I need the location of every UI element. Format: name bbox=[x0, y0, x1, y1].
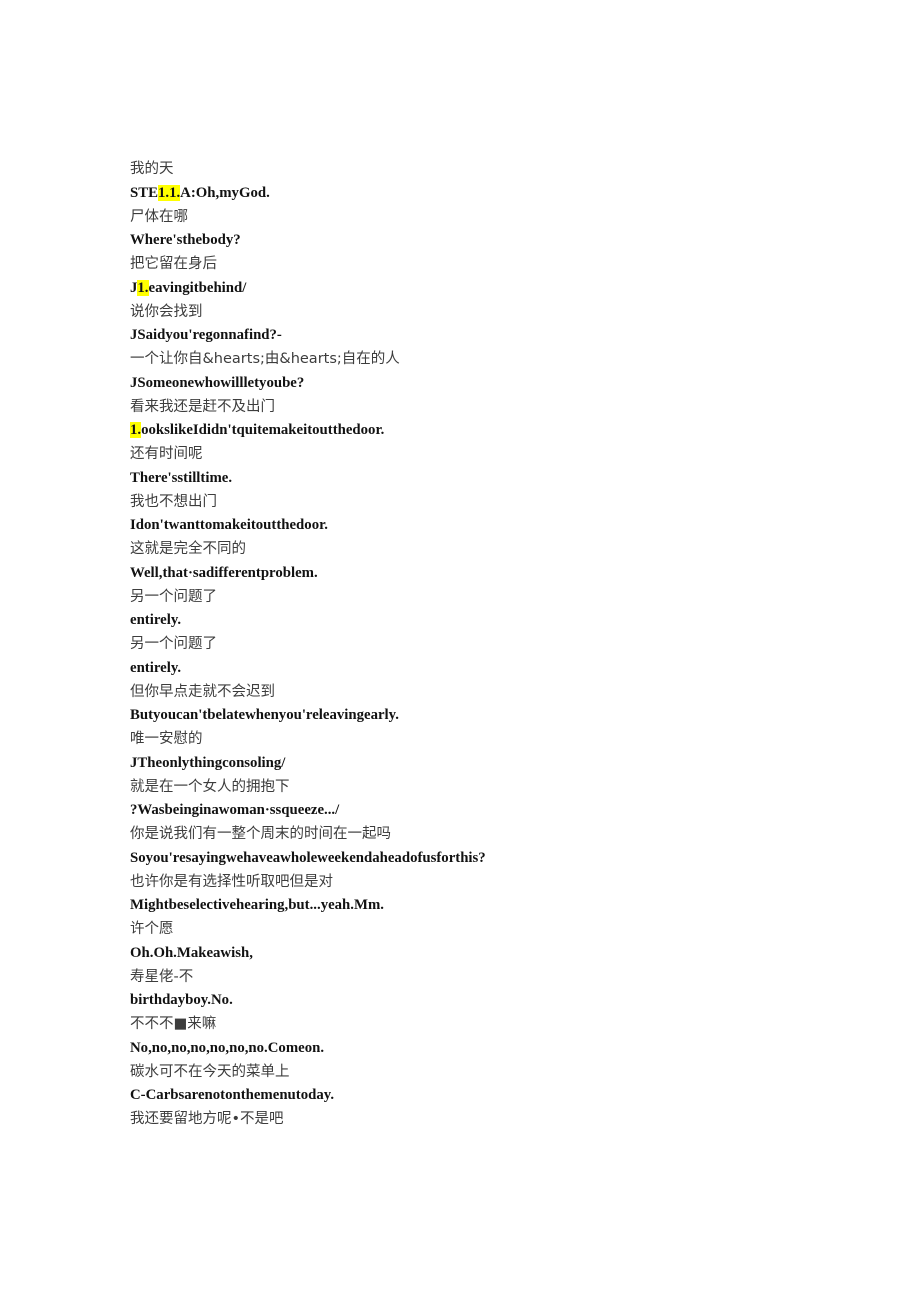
text-run: 我还要留地方呢•不是吧 bbox=[130, 1111, 284, 1127]
text-run: JTheonlythingconsoling/ bbox=[130, 754, 286, 771]
subtitle-line: C-Carbsarenotonthemenutoday. bbox=[130, 1084, 870, 1108]
text-run: ?Wasbeinginawoman·ssqueeze.../ bbox=[130, 802, 340, 819]
text-run: JSaidyou'regonnafind?- bbox=[130, 327, 282, 344]
text-run: Mightbeselectivehearing,but...yeah.Mm. bbox=[130, 897, 384, 914]
text-run: ookslikeIdidn'tquitemakeitoutthedoor. bbox=[141, 422, 385, 439]
text-run: 但你早点走就不会迟到 bbox=[130, 683, 275, 700]
text-run: 不不不■来嘛 bbox=[130, 1016, 217, 1032]
subtitle-line: 另一个问题了 bbox=[130, 586, 870, 610]
subtitle-line: 我还要留地方呢•不是吧 bbox=[130, 1108, 870, 1132]
text-run: STE bbox=[130, 184, 158, 201]
text-run: 这就是完全不同的 bbox=[130, 541, 246, 557]
text-run: 另一个问题了 bbox=[130, 588, 217, 605]
text-run: entirely. bbox=[130, 612, 182, 629]
subtitle-line: 1.ookslikeIdidn'tquitemakeitoutthedoor. bbox=[130, 419, 870, 443]
text-run: 说你会找到 bbox=[130, 303, 203, 320]
subtitle-line: JSaidyou'regonnafind?- bbox=[130, 324, 870, 348]
text-run: 也许你是有选择性听取吧但是对 bbox=[130, 873, 333, 890]
text-run: 还有时间呢 bbox=[130, 446, 203, 462]
text-run: birthdayboy.No. bbox=[130, 992, 233, 1009]
text-run: 你是说我们有一整个周末的时间在一起吗 bbox=[130, 826, 391, 842]
text-run: 就是在一个女人的拥抱下 bbox=[130, 778, 290, 795]
text-run: There'sstilltime. bbox=[130, 469, 233, 486]
subtitle-line: 说你会找到 bbox=[130, 301, 870, 325]
text-run: 把它留在身后 bbox=[130, 256, 217, 272]
transcript-line-list: 我的天 STE1.1.A:Oh,myGod. 尸体在哪 Where'sthebody?… bbox=[130, 158, 870, 1132]
subtitle-line: Mightbeselectivehearing,but...yeah.Mm. bbox=[130, 894, 870, 918]
text-run: A:Oh,myGod. bbox=[180, 184, 270, 201]
text-run: 尸体在哪 bbox=[130, 208, 188, 225]
subtitle-line: Oh.Oh.Makeawish, bbox=[130, 942, 870, 966]
subtitle-line: STE1.1.A:Oh,myGod. bbox=[130, 182, 870, 206]
subtitle-line: ?Wasbeinginawoman·ssqueeze.../ bbox=[130, 799, 870, 823]
text-run: Idon'twanttomakeitoutthedoor. bbox=[130, 517, 328, 534]
subtitle-line: There'sstilltime. bbox=[130, 467, 870, 491]
subtitle-line: Well,that·sadifferentproblem. bbox=[130, 562, 870, 586]
subtitle-line: 我的天 bbox=[130, 158, 870, 182]
subtitle-line: birthdayboy.No. bbox=[130, 989, 870, 1013]
highlighted-text-run: 1.1. bbox=[157, 184, 181, 201]
document-page: 我的天 STE1.1.A:Oh,myGod. 尸体在哪 Where'sthebody?… bbox=[0, 0, 920, 1301]
subtitle-line: JSomeonewhowillletyoube? bbox=[130, 372, 870, 396]
subtitle-line: No,no,no,no,no,no,no.Comeon. bbox=[130, 1037, 870, 1061]
subtitle-line: 唯一安慰的 bbox=[130, 728, 870, 752]
highlighted-text-run: 1. bbox=[130, 422, 142, 439]
subtitle-line: 但你早点走就不会迟到 bbox=[130, 681, 870, 705]
subtitle-line: 这就是完全不同的 bbox=[130, 538, 870, 562]
text-run: Butyoucan'tbelatewhenyou'releavingearly. bbox=[130, 707, 399, 724]
text-run: entirely. bbox=[130, 659, 182, 676]
subtitle-line: 一个让你自&hearts;由&hearts;自在的人 bbox=[130, 348, 870, 372]
subtitle-line: Butyoucan'tbelatewhenyou'releavingearly. bbox=[130, 704, 870, 728]
text-run: C-Carbsarenotonthemenutoday. bbox=[130, 1087, 335, 1104]
subtitle-line: 还有时间呢 bbox=[130, 443, 870, 467]
subtitle-line: 不不不■来嘛 bbox=[130, 1013, 870, 1037]
subtitle-line: 寿星佬-不 bbox=[130, 966, 870, 990]
subtitle-line: entirely. bbox=[130, 609, 870, 633]
text-run: eavingitbehind/ bbox=[148, 279, 247, 296]
subtitle-line: Soyou'resayingwehaveawholeweekendaheadof… bbox=[130, 847, 870, 871]
text-run: 我的天 bbox=[130, 161, 174, 177]
text-run: No,no,no,no,no,no,no.Comeon. bbox=[130, 1039, 325, 1056]
subtitle-line: 你是说我们有一整个周末的时间在一起吗 bbox=[130, 823, 870, 847]
highlighted-text-run: 1. bbox=[137, 279, 149, 296]
subtitle-line: 碳水可不在今天的菜单上 bbox=[130, 1061, 870, 1085]
subtitle-line: 就是在一个女人的拥抱下 bbox=[130, 776, 870, 800]
subtitle-line: 另一个问题了 bbox=[130, 633, 870, 657]
text-run: 碳水可不在今天的菜单上 bbox=[130, 1063, 290, 1080]
subtitle-line: 尸体在哪 bbox=[130, 206, 870, 230]
text-run: JSomeonewhowillletyoube? bbox=[130, 374, 305, 391]
text-run: 我也不想出门 bbox=[130, 493, 217, 510]
subtitle-line: J1.eavingitbehind/ bbox=[130, 277, 870, 301]
subtitle-line: Idon'twanttomakeitoutthedoor. bbox=[130, 514, 870, 538]
text-run: 看来我还是赶不及出门 bbox=[130, 398, 275, 415]
subtitle-line: 看来我还是赶不及出门 bbox=[130, 396, 870, 420]
text-run: Where'sthebody? bbox=[130, 232, 241, 249]
text-run: 许个愿 bbox=[130, 921, 174, 937]
subtitle-line: 我也不想出门 bbox=[130, 491, 870, 515]
text-run: 唯一安慰的 bbox=[130, 731, 203, 747]
text-run: 一个让你自&hearts;由&hearts;自在的人 bbox=[130, 351, 400, 367]
text-run: 另一个问题了 bbox=[130, 636, 217, 652]
subtitle-line: Where'sthebody? bbox=[130, 229, 870, 253]
subtitle-line: JTheonlythingconsoling/ bbox=[130, 752, 870, 776]
text-run: Oh.Oh.Makeawish, bbox=[130, 944, 253, 961]
subtitle-line: 也许你是有选择性听取吧但是对 bbox=[130, 871, 870, 895]
text-run: 寿星佬-不 bbox=[130, 968, 194, 985]
subtitle-line: 许个愿 bbox=[130, 918, 870, 942]
subtitle-line: entirely. bbox=[130, 657, 870, 681]
text-run: Well,that·sadifferentproblem. bbox=[130, 564, 318, 581]
text-run: Soyou'resayingwehaveawholeweekendaheadof… bbox=[130, 849, 486, 866]
subtitle-line: 把它留在身后 bbox=[130, 253, 870, 277]
